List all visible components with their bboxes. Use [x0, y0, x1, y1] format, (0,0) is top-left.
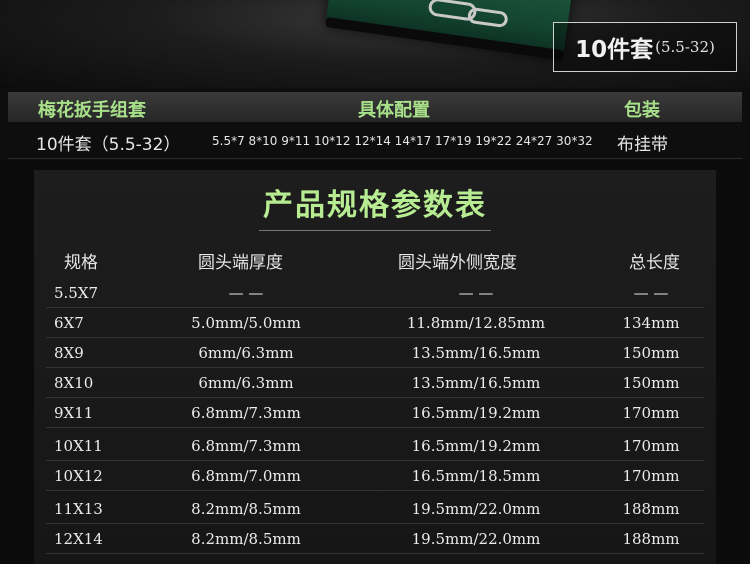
- divider: [8, 158, 742, 159]
- cell-spec: 8X10: [54, 374, 94, 392]
- cell-width: 19.5mm/22.0mm: [411, 500, 541, 518]
- cell-length: — —: [633, 284, 669, 302]
- col-header-spec: 规格: [64, 253, 98, 273]
- tool-roll-image: [324, 0, 575, 61]
- cell-thickness: 5.0mm/5.0mm: [191, 314, 301, 332]
- cell-width: 16.5mm/19.2mm: [411, 437, 541, 455]
- config-sizes-value: 5.5*7 8*10 9*11 10*12 12*14 14*17 17*19 …: [212, 134, 593, 148]
- cell-thickness: 6.8mm/7.3mm: [191, 404, 301, 422]
- cell-thickness: 8.2mm/8.5mm: [191, 530, 301, 548]
- config-header-set: 梅花扳手组套: [38, 100, 146, 121]
- config-packaging-value: 布挂带: [617, 135, 668, 155]
- cell-width: 13.5mm/16.5mm: [411, 344, 541, 362]
- cell-length: 170mm: [622, 467, 680, 485]
- wrench-icon: [466, 6, 509, 29]
- col-header-length: 总长度: [629, 253, 680, 273]
- cell-width: 19.5mm/22.0mm: [411, 530, 541, 548]
- config-table: 梅花扳手组套 具体配置 包装 10件套（5.5-32） 5.5*7 8*10 9…: [0, 88, 750, 160]
- config-row: 10件套（5.5-32） 5.5*7 8*10 9*11 10*12 12*14…: [8, 126, 742, 156]
- badge-range: (5.5-32): [655, 38, 715, 56]
- cell-length: 150mm: [622, 374, 680, 392]
- cell-spec: 6X7: [54, 314, 84, 332]
- cell-width: 16.5mm/19.2mm: [411, 404, 541, 422]
- col-header-width: 圆头端外侧宽度: [398, 253, 517, 273]
- cell-length: 188mm: [622, 500, 680, 518]
- cell-width: — —: [458, 284, 494, 302]
- cell-length: 170mm: [622, 404, 680, 422]
- table-row: 12X14 8.2mm/8.5mm 19.5mm/22.0mm 188mm: [46, 524, 704, 554]
- cell-length: 188mm: [622, 530, 680, 548]
- cell-length: 170mm: [622, 437, 680, 455]
- config-header-packaging: 包装: [624, 100, 660, 121]
- col-header-thickness: 圆头端厚度: [198, 253, 283, 273]
- cell-spec: 12X14: [54, 530, 103, 548]
- cell-width: 13.5mm/16.5mm: [411, 374, 541, 392]
- table-row: 10X12 6.8mm/7.0mm 16.5mm/18.5mm 170mm: [46, 461, 704, 491]
- cell-length: 134mm: [622, 314, 680, 332]
- table-row: 10X11 6.8mm/7.3mm 16.5mm/19.2mm 170mm: [46, 431, 704, 461]
- cell-spec: 5.5X7: [54, 284, 99, 302]
- spec-params-panel: 产品规格参数表 规格 圆头端厚度 圆头端外侧宽度 总长度 5.5X7 — — —…: [34, 170, 716, 564]
- cell-thickness: 8.2mm/8.5mm: [191, 500, 301, 518]
- cell-spec: 10X12: [54, 467, 103, 485]
- config-set-value: 10件套（5.5-32）: [36, 135, 181, 155]
- product-hero: 10件套 (5.5-32): [0, 0, 750, 88]
- cell-width: 16.5mm/18.5mm: [411, 467, 541, 485]
- set-size-badge: 10件套 (5.5-32): [553, 22, 737, 72]
- table-row: 9X11 6.8mm/7.3mm 16.5mm/19.2mm 170mm: [46, 398, 704, 428]
- cell-spec: 11X13: [54, 500, 103, 518]
- config-header-detail: 具体配置: [358, 100, 430, 121]
- cell-spec: 9X11: [54, 404, 94, 422]
- spec-title: 产品规格参数表: [259, 180, 491, 231]
- table-row: 6X7 5.0mm/5.0mm 11.8mm/12.85mm 134mm: [46, 308, 704, 338]
- cell-spec: 10X11: [54, 437, 103, 455]
- cell-thickness: 6mm/6.3mm: [198, 344, 294, 362]
- cell-thickness: — —: [228, 284, 264, 302]
- cell-width: 11.8mm/12.85mm: [406, 314, 546, 332]
- table-row: 5.5X7 — — — — — —: [46, 278, 704, 308]
- table-row: 8X9 6mm/6.3mm 13.5mm/16.5mm 150mm: [46, 338, 704, 368]
- cell-thickness: 6mm/6.3mm: [198, 374, 294, 392]
- table-row: 11X13 8.2mm/8.5mm 19.5mm/22.0mm 188mm: [46, 494, 704, 524]
- cell-thickness: 6.8mm/7.0mm: [191, 467, 301, 485]
- badge-count: 10件套: [575, 37, 654, 63]
- table-row: 8X10 6mm/6.3mm 13.5mm/16.5mm 150mm: [46, 368, 704, 398]
- cell-thickness: 6.8mm/7.3mm: [191, 437, 301, 455]
- cell-length: 150mm: [622, 344, 680, 362]
- cell-spec: 8X9: [54, 344, 84, 362]
